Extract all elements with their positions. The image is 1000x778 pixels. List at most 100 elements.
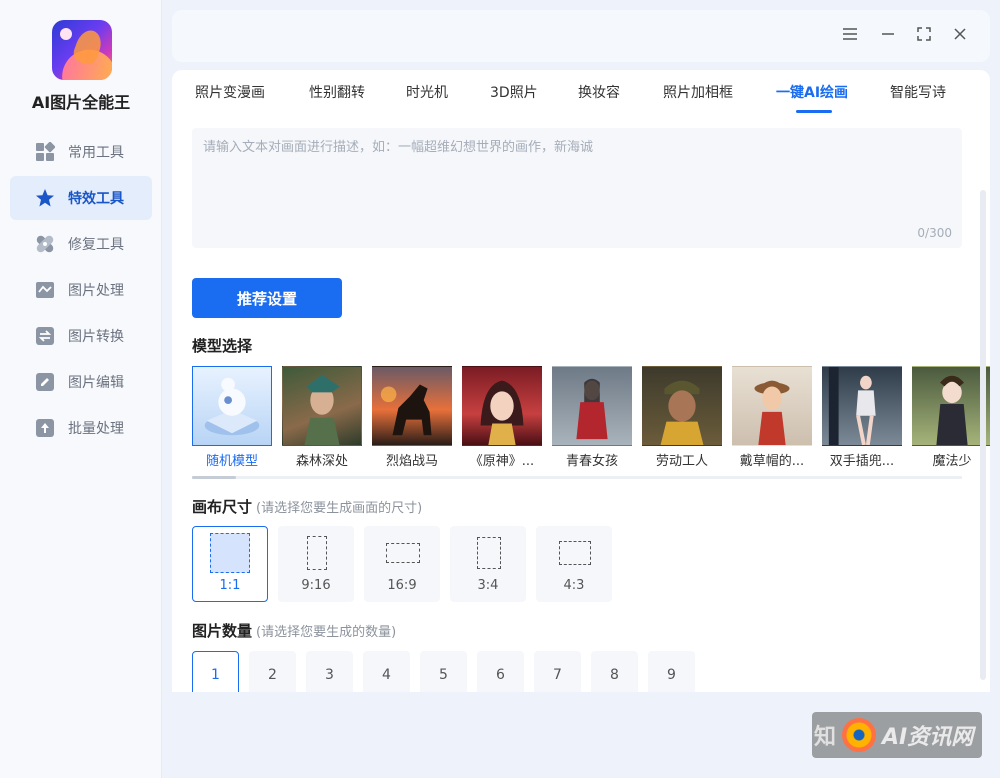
model-option[interactable]: 随机模型 — [192, 366, 272, 469]
canvas-size-option[interactable]: 9:16 — [278, 526, 354, 602]
canvas-size-option[interactable]: 1:1 — [192, 526, 268, 602]
canvas-size-option[interactable]: 16:9 — [364, 526, 440, 602]
ratio-label: 3:4 — [477, 578, 499, 593]
watermark-text: AI资讯网 — [882, 725, 974, 750]
flower-logo-icon — [842, 718, 877, 752]
model-scrollbar[interactable] — [192, 476, 962, 479]
model-thumbnail — [660, 380, 704, 445]
count-option[interactable]: 8 — [591, 651, 638, 692]
sidebar-item-label: 特效工具 — [68, 191, 124, 207]
ratio-label: 16:9 — [387, 578, 417, 593]
model-thumbnail — [304, 374, 340, 445]
ratio-label: 9:16 — [301, 578, 331, 593]
ai-painting-panel: 0/300 推荐设置 模型选择 随机模型 森林深处 — [172, 120, 990, 692]
sidebar-item-effect-tools[interactable]: 特效工具 — [10, 176, 152, 220]
sidebar-item-batch[interactable]: 批量处理 — [10, 406, 152, 450]
model-option[interactable]: 劳动工人 — [642, 366, 722, 469]
count-option[interactable]: 6 — [477, 651, 524, 692]
edit-icon — [34, 371, 56, 393]
model-section-title: 模型选择 — [192, 337, 253, 355]
prompt-box: 0/300 — [192, 128, 962, 248]
model-option[interactable]: 魔法少 — [912, 366, 990, 469]
model-name: 青春女孩 — [565, 454, 618, 469]
model-option[interactable]: 森林深处 — [282, 366, 362, 469]
ratio-shape — [386, 543, 420, 563]
model-name: 随机模型 — [205, 454, 258, 469]
sidebar-item-image-processing[interactable]: 图片处理 — [10, 268, 152, 312]
ratio-shape — [559, 541, 591, 565]
model-name: 森林深处 — [295, 454, 348, 469]
image-wave-icon — [34, 279, 56, 301]
tab-ai-painting[interactable]: 一键AI绘画 — [776, 82, 848, 102]
sidebar-item-label: 常用工具 — [68, 145, 124, 161]
tab-gender-swap[interactable]: 性别翻转 — [309, 82, 365, 102]
sidebar-item-label: 图片处理 — [68, 283, 124, 299]
ratio-label: 4:3 — [563, 578, 585, 593]
model-name: 烈焰战马 — [385, 454, 438, 469]
count-option[interactable]: 4 — [363, 651, 410, 692]
tab-photo-frame[interactable]: 照片加相框 — [663, 82, 733, 102]
convert-icon — [34, 325, 56, 347]
model-thumbnail — [754, 380, 790, 445]
model-thumbnail — [480, 380, 524, 445]
model-thumbnail — [936, 375, 968, 445]
model-thumbnail — [380, 384, 432, 436]
count-section-title: 图片数量 (请选择您要生成的数量) — [192, 620, 396, 641]
tab-time-machine[interactable]: 时光机 — [406, 82, 448, 102]
sidebar-item-label: 批量处理 — [68, 421, 124, 437]
count-option[interactable]: 1 — [192, 651, 239, 692]
canvas-size-option[interactable]: 3:4 — [450, 526, 526, 602]
model-option[interactable]: 《原神》... — [462, 366, 542, 469]
ratio-shape — [477, 537, 501, 569]
model-option[interactable]: 烈焰战马 — [372, 366, 452, 469]
model-name: 戴草帽的... — [739, 454, 805, 469]
ratio-label: 1:1 — [219, 578, 241, 593]
canvas-title-text: 画布尺寸 — [192, 498, 253, 516]
count-hint: (请选择您要生成的数量) — [256, 625, 397, 640]
tab-photo-to-comic[interactable]: 照片变漫画 — [195, 82, 265, 102]
feature-tabs: 照片变漫画 性别翻转 时光机 3D照片 换妆容 照片加相框 一键AI绘画 智能写… — [172, 70, 990, 120]
prompt-input[interactable] — [192, 128, 962, 248]
count-option[interactable]: 3 — [306, 651, 353, 692]
menu-icon[interactable] — [840, 24, 860, 44]
sidebar-item-label: 修复工具 — [68, 237, 124, 253]
model-thumbnail — [204, 377, 260, 436]
model-option[interactable]: 双手插兜... — [822, 366, 902, 469]
title-bar — [172, 10, 990, 62]
sidebar-item-repair-tools[interactable]: 修复工具 — [10, 222, 152, 266]
fullscreen-icon[interactable] — [914, 24, 934, 44]
content-scrollbar[interactable] — [980, 190, 986, 680]
canvas-hint: (请选择您要生成画面的尺寸) — [256, 501, 423, 516]
app-title: AI图片全能王 — [31, 93, 131, 112]
star-icon — [34, 187, 56, 209]
sidebar-item-image-convert[interactable]: 图片转换 — [10, 314, 152, 358]
sidebar-item-common-tools[interactable]: 常用工具 — [10, 130, 152, 174]
active-tab-indicator — [796, 110, 832, 113]
bandage-icon — [34, 233, 56, 255]
model-name: 劳动工人 — [655, 454, 708, 469]
count-option[interactable]: 9 — [648, 651, 695, 692]
char-counter: 0/300 — [917, 226, 952, 240]
count-option[interactable]: 2 — [249, 651, 296, 692]
count-option[interactable]: 7 — [534, 651, 581, 692]
ratio-shape — [210, 533, 250, 573]
model-name: 魔法少 — [932, 454, 972, 469]
grid-icon — [34, 141, 56, 163]
tab-3d-photo[interactable]: 3D照片 — [490, 82, 538, 102]
model-option[interactable]: 戴草帽的... — [732, 366, 812, 469]
ratio-shape — [307, 536, 327, 570]
canvas-size-option[interactable]: 4:3 — [536, 526, 612, 602]
count-option[interactable]: 5 — [420, 651, 467, 692]
app-logo — [52, 20, 112, 80]
model-option[interactable]: 青春女孩 — [552, 366, 632, 469]
recommend-settings-button[interactable]: 推荐设置 — [192, 278, 342, 318]
sidebar: AI图片全能王 常用工具 特效工具 修复工具 图片处理 图片转换 图片编辑 批量… — [0, 0, 162, 778]
tab-makeup[interactable]: 换妆容 — [578, 82, 620, 102]
model-scrollbar-thumb[interactable] — [192, 476, 236, 479]
close-icon[interactable] — [950, 24, 970, 44]
sidebar-item-image-edit[interactable]: 图片编辑 — [10, 360, 152, 404]
model-thumbnail — [828, 367, 876, 445]
minimize-icon[interactable] — [878, 24, 898, 44]
canvas-section-title: 画布尺寸 (请选择您要生成画面的尺寸) — [192, 496, 422, 517]
tab-poetry[interactable]: 智能写诗 — [890, 82, 946, 102]
